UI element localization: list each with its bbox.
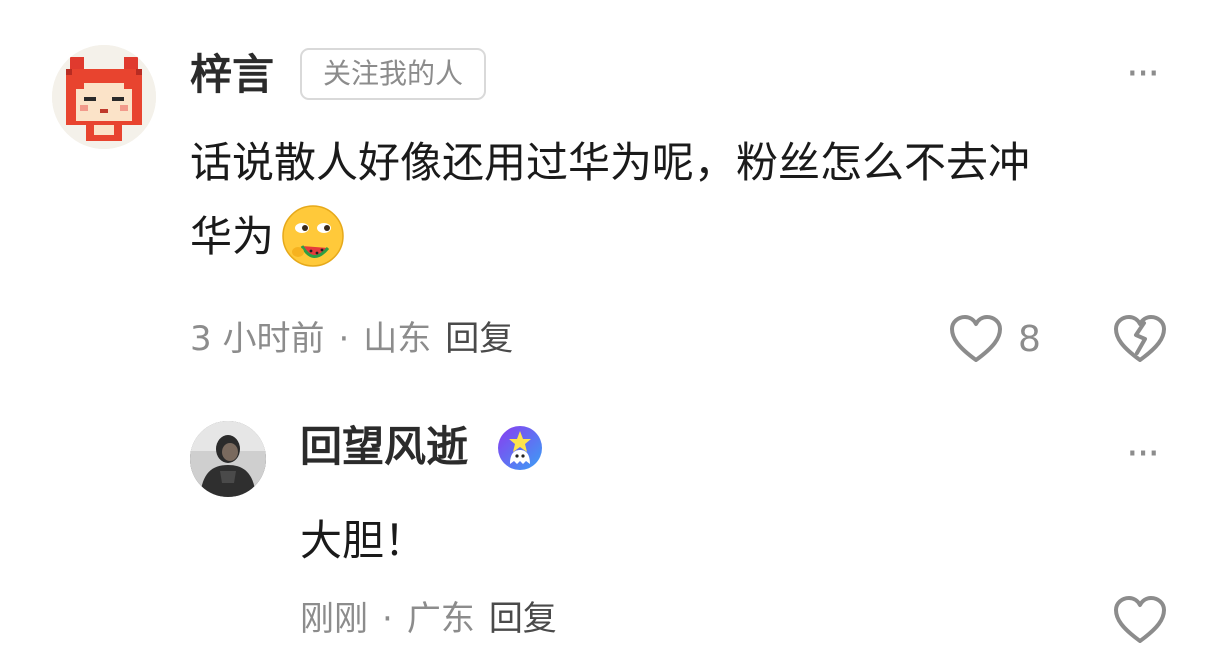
reply-username[interactable]: 回望风逝 [300,426,468,468]
follower-badge: 关注我的人 [300,48,486,100]
star-ghost-badge-icon [496,424,544,472]
broken-heart-icon [1114,315,1166,362]
reply-text: 大胆！ [300,516,427,565]
reply-like-button[interactable] [1112,594,1168,646]
comment-text: 话说散人好像还用过华为呢，粉丝怎么不去冲 华为 [190,126,1190,274]
reply-reply-button[interactable]: 回复 [489,599,557,639]
reply-meta-separator: · [382,599,393,639]
comment-text-tail: 华为 [190,212,275,261]
reply-meta: 刚刚 · 广东 回复 [300,602,557,636]
person-photo-avatar-icon [190,421,266,497]
comment-meta: 3 小时前 · 山东 回复 [190,322,513,356]
heart-icon [1114,596,1166,643]
comment-text-line: 话说散人好像还用过华为呢，粉丝怎么不去冲 [190,138,1031,187]
more-options-button[interactable]: ··· [1126,54,1160,94]
meta-separator: · [338,319,350,359]
comment-time: 3 小时前 [190,319,325,359]
red-panda-avatar-icon [52,45,156,149]
reply-location: 广东 [406,599,475,639]
comment-username[interactable]: 梓言 [190,54,274,96]
dislike-button[interactable] [1112,313,1168,365]
reply-button[interactable]: 回复 [445,319,513,359]
reply-user-avatar[interactable] [190,421,266,497]
comment-location: 山东 [363,319,432,359]
like-count: 8 [1018,319,1041,360]
heart-icon [950,315,1002,362]
watermelon-eating-face-emoji-icon [280,204,346,270]
reply-more-options-button[interactable]: ··· [1126,434,1160,474]
reply-time: 刚刚 [300,599,368,639]
comment-text-line-2: 华为 [190,200,1190,274]
like-button[interactable] [948,313,1004,365]
user-avatar[interactable] [52,45,156,149]
